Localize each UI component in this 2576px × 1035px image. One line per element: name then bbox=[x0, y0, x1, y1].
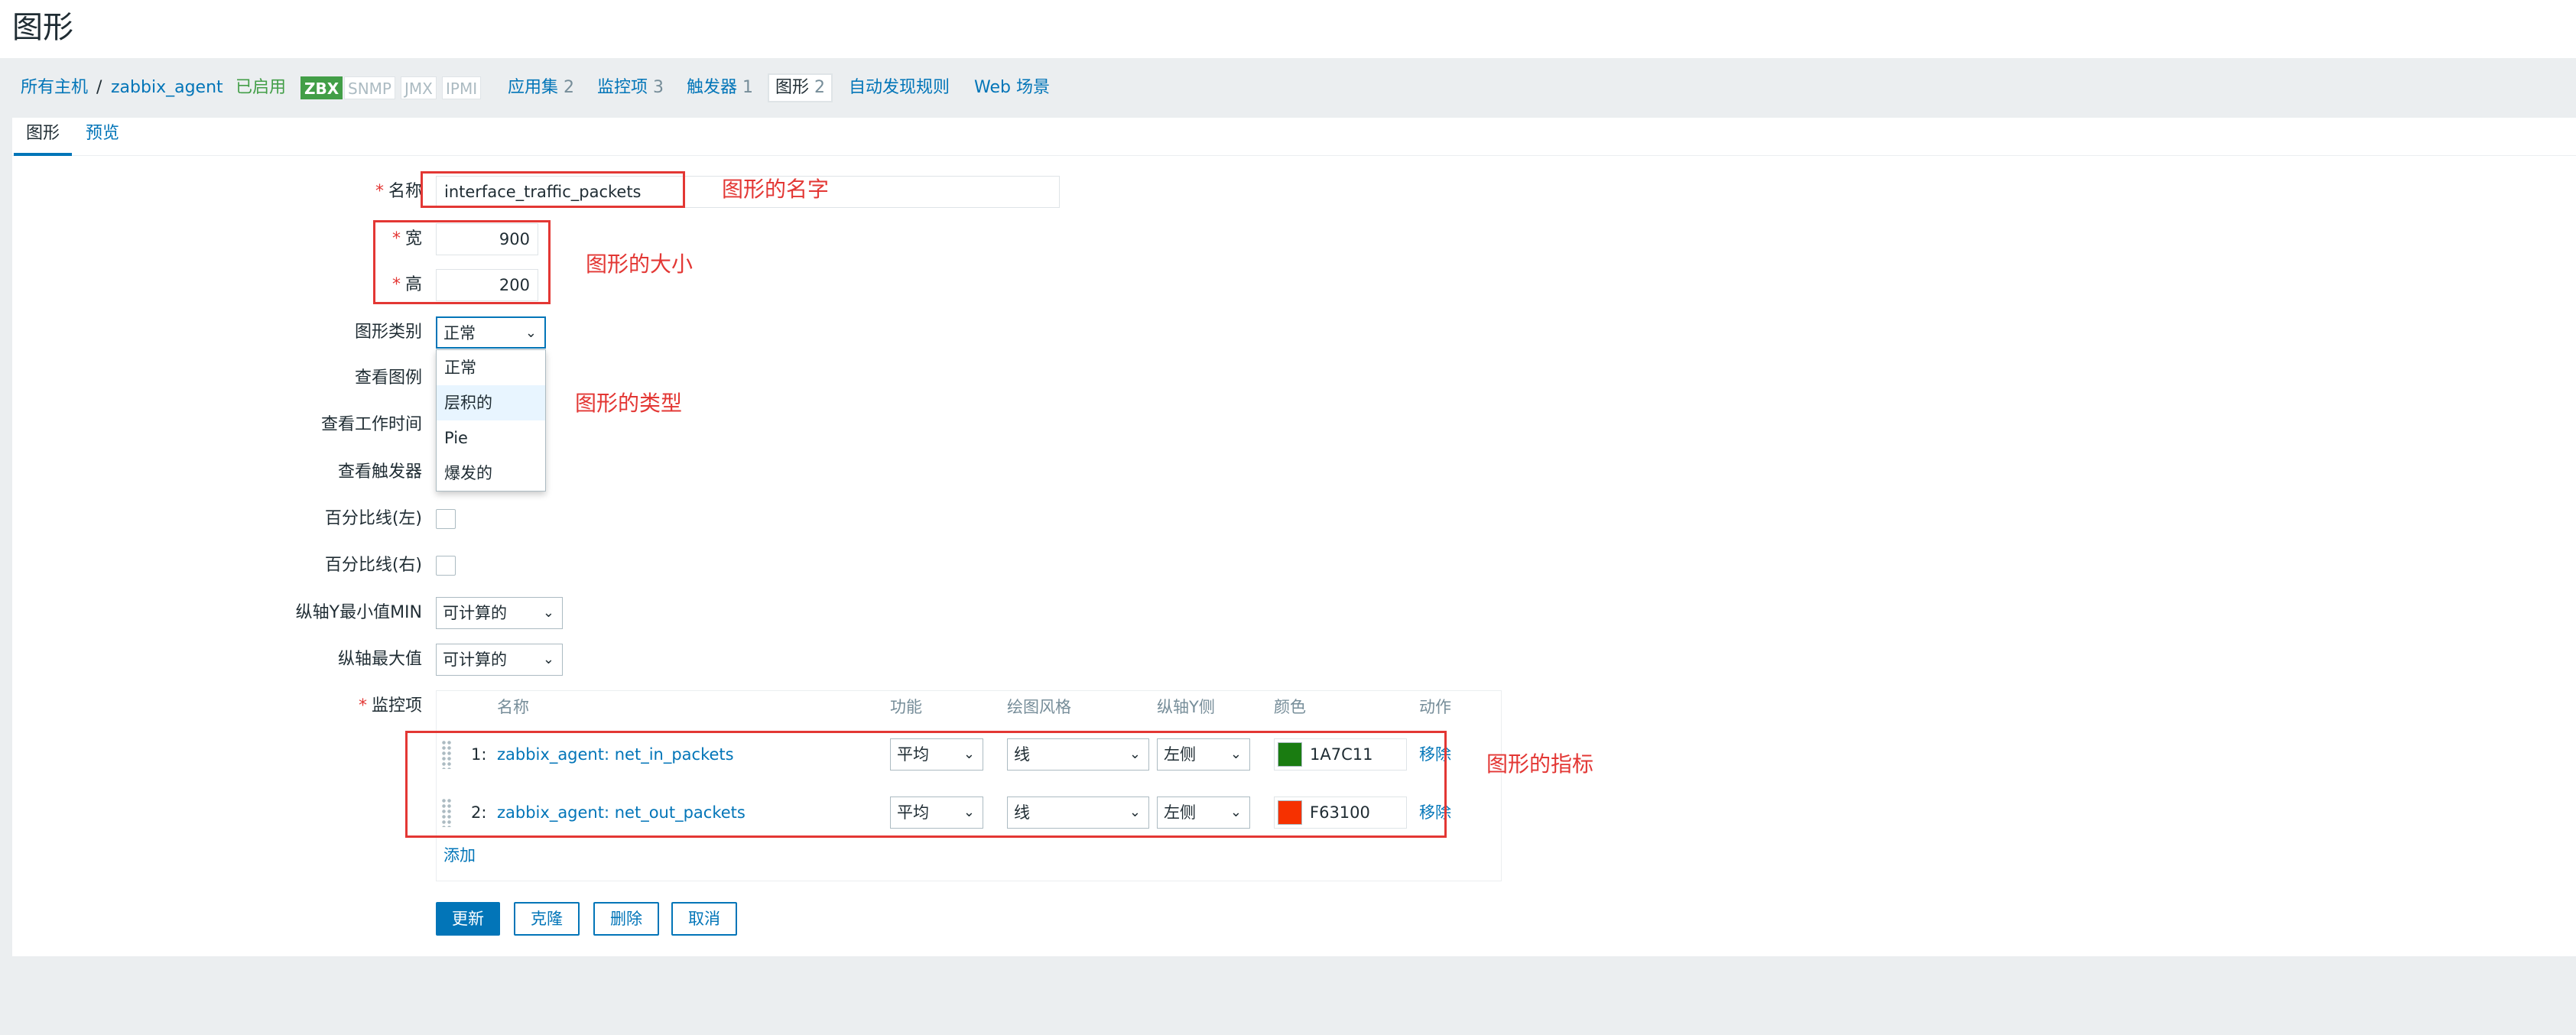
clone-button[interactable]: 克隆 bbox=[514, 902, 580, 936]
nav-items-label: 监控项 bbox=[597, 78, 648, 97]
nav-web-scenarios[interactable]: Web 场景 bbox=[974, 75, 1050, 101]
add-item-link[interactable]: 添加 bbox=[443, 842, 476, 868]
delete-button[interactable]: 删除 bbox=[593, 902, 659, 936]
nav-discovery-rules[interactable]: 自动发现规则 bbox=[849, 75, 950, 101]
annotation-name: 图形的名字 bbox=[722, 177, 830, 202]
ymin-label: 纵轴Y最小值MIN bbox=[295, 603, 422, 622]
badge-jmx: JMX bbox=[401, 76, 437, 99]
graph-type-value: 正常 bbox=[443, 324, 476, 342]
nav-applications-count: 2 bbox=[564, 78, 575, 97]
nav-applications-label: 应用集 bbox=[508, 78, 559, 97]
update-button[interactable]: 更新 bbox=[436, 902, 500, 936]
ymin-value: 可计算的 bbox=[443, 604, 507, 622]
page-header bbox=[0, 0, 2576, 58]
nav-graphs-label: 图形 bbox=[775, 78, 810, 97]
nav-triggers-label: 触发器 bbox=[687, 78, 738, 97]
nav-items-count: 3 bbox=[653, 78, 664, 97]
annotation-size: 图形的大小 bbox=[586, 251, 694, 277]
nav-triggers-count: 1 bbox=[742, 78, 754, 97]
ymin-select[interactable]: 可计算的 ⌄ bbox=[436, 597, 563, 629]
host-status-enabled[interactable]: 已启用 bbox=[236, 75, 286, 101]
badge-ipmi: IPMI bbox=[442, 76, 482, 99]
items-label: * 监控项 bbox=[193, 693, 422, 719]
annotation-box-items bbox=[405, 731, 1447, 838]
graph-type-label: 图形类别 bbox=[354, 323, 422, 342]
page-title: 图形 bbox=[12, 10, 73, 45]
ymax-label: 纵轴最大值 bbox=[337, 650, 422, 669]
ymax-value: 可计算的 bbox=[443, 651, 507, 669]
show-triggers-label: 查看触发器 bbox=[337, 462, 422, 482]
show-working-time-label: 查看工作时间 bbox=[320, 415, 422, 434]
header-y-axis-side: 纵轴Y侧 bbox=[1157, 698, 1215, 716]
graph-type-select[interactable]: 正常 ⌄ bbox=[436, 316, 546, 349]
nav-graphs[interactable]: 图形 2 bbox=[768, 73, 833, 102]
nav-items[interactable]: 监控项 3 bbox=[597, 75, 664, 101]
breadcrumb-all-hosts[interactable]: 所有主机 bbox=[21, 75, 88, 101]
chevron-down-icon: ⌄ bbox=[525, 325, 537, 341]
tab-graph[interactable]: 图形 bbox=[14, 121, 72, 156]
breadcrumb-host[interactable]: zabbix_agent bbox=[111, 75, 223, 101]
show-legend-label: 查看图例 bbox=[354, 368, 422, 388]
percentile-right-checkbox[interactable] bbox=[436, 556, 456, 576]
annotation-items: 图形的指标 bbox=[1486, 751, 1594, 777]
items-label-text: 监控项 bbox=[371, 696, 422, 715]
nav-applications[interactable]: 应用集 2 bbox=[508, 75, 574, 101]
header-action: 动作 bbox=[1419, 698, 1451, 716]
badge-snmp: SNMP bbox=[344, 76, 395, 99]
graph-type-option-stacked[interactable]: 层积的 bbox=[437, 385, 545, 420]
nav-graphs-count: 2 bbox=[814, 78, 826, 97]
tab-preview[interactable]: 预览 bbox=[86, 121, 119, 147]
percentile-right-label: 百分比线(右) bbox=[324, 556, 422, 575]
header-draw-style: 绘图风格 bbox=[1007, 698, 1071, 716]
header-color: 颜色 bbox=[1274, 698, 1306, 716]
percentile-left-label: 百分比线(左) bbox=[324, 509, 422, 528]
graph-type-option-exploded[interactable]: 爆发的 bbox=[437, 456, 545, 491]
chevron-down-icon: ⌄ bbox=[542, 605, 554, 621]
graph-type-dropdown: 正常 层积的 Pie 爆发的 bbox=[436, 349, 546, 492]
breadcrumb-separator: / bbox=[96, 78, 102, 97]
name-label-text: 名称 bbox=[388, 182, 422, 201]
nav-triggers[interactable]: 触发器 1 bbox=[687, 75, 753, 101]
graph-type-option-normal[interactable]: 正常 bbox=[437, 350, 545, 385]
name-label: * 名称 bbox=[193, 179, 422, 205]
required-mark: * bbox=[358, 696, 367, 715]
header-function: 功能 bbox=[890, 698, 922, 716]
graph-type-option-pie[interactable]: Pie bbox=[437, 420, 545, 456]
percentile-left-checkbox[interactable] bbox=[436, 509, 456, 529]
chevron-down-icon: ⌄ bbox=[542, 651, 554, 667]
tabs-divider bbox=[12, 155, 2576, 156]
header-name: 名称 bbox=[497, 698, 529, 716]
annotation-box-size bbox=[373, 220, 551, 304]
ymax-select[interactable]: 可计算的 ⌄ bbox=[436, 644, 563, 676]
cancel-button[interactable]: 取消 bbox=[671, 902, 737, 936]
required-mark: * bbox=[375, 182, 384, 201]
annotation-box-name bbox=[421, 171, 685, 208]
annotation-type: 图形的类型 bbox=[575, 391, 683, 416]
badge-zbx: ZBX bbox=[300, 76, 343, 99]
